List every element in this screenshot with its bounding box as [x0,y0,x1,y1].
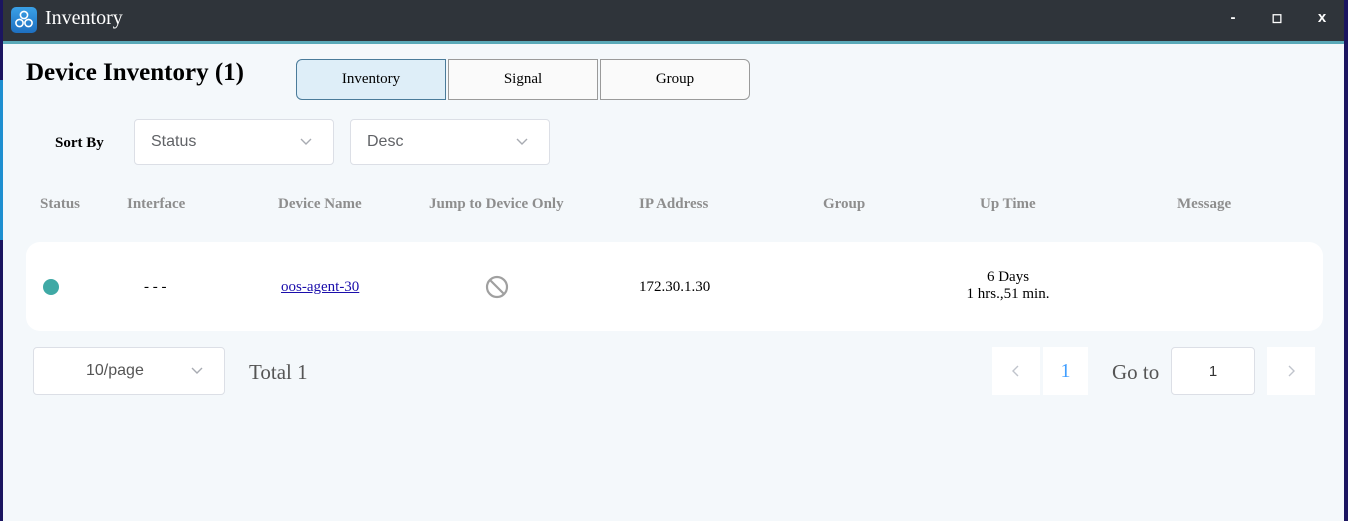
tab-group: Inventory Signal Group [296,59,750,100]
prev-page-button[interactable] [992,347,1040,395]
maximize-button[interactable]: ◻ [1263,7,1291,31]
prohibited-icon[interactable] [485,275,509,304]
interface-value: - - - [144,279,167,295]
window-title: Inventory [45,7,123,29]
ip-address-value: 172.30.1.30 [639,279,711,295]
tab-signal[interactable]: Signal [448,59,598,100]
page-size-value: 10/page [86,362,144,379]
close-button[interactable]: x [1308,7,1336,31]
sort-order-select[interactable]: Desc [350,119,550,165]
goto-label: Go to [1112,360,1160,384]
tab-group[interactable]: Group [600,59,750,100]
uptime-hours: 1 hrs.,51 min. [966,286,1050,302]
column-header-device-name: Device Name [278,196,362,212]
column-header-status: Status [40,196,81,212]
chevron-down-icon [300,138,312,145]
page-size-select[interactable]: 10/page [33,347,225,395]
sort-order-value: Desc [367,133,404,150]
page-number-current[interactable]: 1 [1043,347,1088,395]
sort-field-value: Status [151,133,197,150]
uptime-value: 6 Days 1 hrs.,51 min. [943,269,1073,303]
sort-by-label: Sort By [55,135,104,151]
column-header-ip: IP Address [639,196,709,212]
next-page-button[interactable] [1267,347,1315,395]
goto-page-input[interactable] [1171,347,1255,395]
column-header-uptime: Up Time [980,196,1036,212]
column-header-jump: Jump to Device Only [429,196,564,212]
app-window: Inventory - ◻ x Device Inventory (1) Inv… [3,0,1344,521]
page-title: Device Inventory (1) [26,59,244,86]
app-logo-icon [11,7,37,33]
column-header-message: Message [1177,196,1232,212]
uptime-days: 6 Days [986,269,1030,285]
tab-inventory[interactable]: Inventory [296,59,446,100]
sort-field-select[interactable]: Status [134,119,334,165]
column-header-group: Group [823,196,866,212]
chevron-left-icon [1012,365,1019,377]
chevron-down-icon [191,367,203,374]
status-indicator [43,279,59,295]
device-name-link[interactable]: oos-agent-30 [281,279,359,296]
total-count: Total 1 [249,360,308,384]
minimize-button[interactable]: - [1219,7,1247,31]
title-bar: Inventory - ◻ x [3,0,1344,44]
column-header-interface: Interface [127,196,186,212]
chevron-right-icon [1288,365,1295,377]
chevron-down-icon [516,138,528,145]
